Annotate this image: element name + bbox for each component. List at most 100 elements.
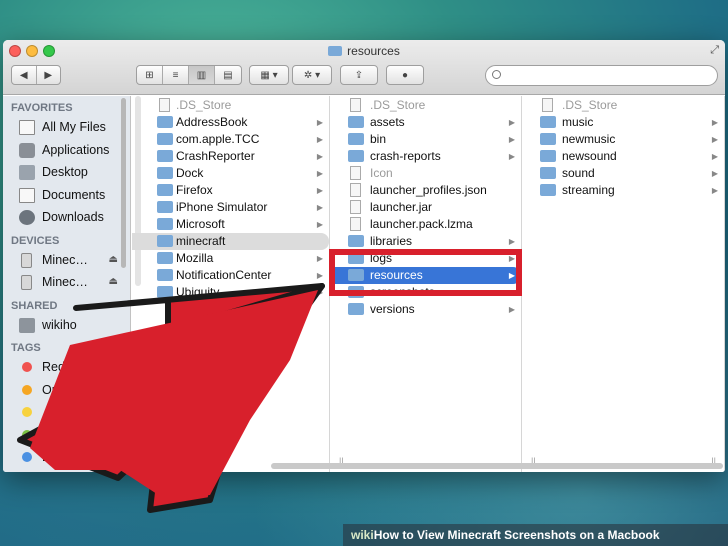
folder-icon	[540, 133, 556, 145]
disclosure-arrow-icon: ▶	[316, 271, 323, 280]
list-item[interactable]: Ubiquity ▶	[132, 284, 329, 301]
sidebar-item-downloads[interactable]: Downloads	[3, 206, 130, 229]
eject-icon[interactable]: ⏏	[109, 271, 118, 294]
share-button[interactable]: ⇪	[340, 65, 378, 85]
folder-icon	[157, 252, 173, 264]
sidebar: FAVORITES All My Files Applications Desk…	[3, 96, 131, 472]
list-item[interactable]: newmusic ▶	[523, 131, 724, 148]
disclosure-arrow-icon: ▶	[316, 288, 323, 297]
list-item[interactable]: com.apple.TCC ▶	[132, 131, 329, 148]
list-item[interactable]: launcher.pack.lzma	[331, 216, 521, 233]
search-input[interactable]	[485, 65, 718, 86]
horizontal-scrollbar[interactable]	[271, 463, 723, 469]
list-item[interactable]: music ▶	[523, 114, 724, 131]
list-item[interactable]: NotificationCenter ▶	[132, 267, 329, 284]
sidebar-item-applications[interactable]: Applications	[3, 139, 130, 162]
item-label: Icon	[370, 166, 393, 180]
disclosure-arrow-icon: ▶	[711, 118, 718, 127]
tag-button[interactable]: ●	[386, 65, 424, 85]
drive-icon	[21, 275, 32, 290]
list-item-selected[interactable]: minecraft	[132, 233, 329, 250]
list-item[interactable]: Dock ▶	[132, 165, 329, 182]
list-item[interactable]: AddressBook ▶	[132, 114, 329, 131]
back-button[interactable]: ◀	[12, 66, 37, 84]
list-item[interactable]: launcher.jar	[331, 199, 521, 216]
sidebar-item-documents[interactable]: Documents	[3, 184, 130, 207]
sidebar-tag-blue[interactable]: Blue	[3, 446, 130, 469]
list-item[interactable]: Firefox ▶	[132, 182, 329, 199]
list-view-button[interactable]: ≡	[163, 66, 189, 84]
icon-view-button[interactable]: ⊞	[137, 66, 163, 84]
sidebar-item-device-1[interactable]: Minec… ⏏	[3, 249, 130, 272]
folder-icon	[157, 235, 173, 247]
folder-icon	[157, 184, 173, 196]
sidebar-item-label: Red	[42, 360, 65, 374]
item-label: .DS_Store	[176, 98, 232, 112]
eject-icon[interactable]: ⏏	[109, 249, 118, 272]
favorites-heading: FAVORITES	[11, 102, 73, 114]
sidebar-item-label: Or	[42, 382, 56, 397]
list-item[interactable]: .DS_Store	[132, 97, 329, 114]
sidebar-tag-red[interactable]: Red	[3, 356, 130, 379]
list-item[interactable]: assets ▶	[331, 114, 521, 131]
tag-icon: ●	[401, 69, 409, 81]
disclosure-arrow-icon: ▶	[316, 220, 323, 229]
list-item[interactable]: CrashReporter ▶	[132, 148, 329, 165]
list-item[interactable]: streaming ▶	[523, 182, 724, 199]
list-item[interactable]: libraries ▶	[331, 233, 521, 250]
item-label: CrashReporter	[176, 149, 255, 163]
window-title: resources	[3, 44, 725, 58]
forward-button[interactable]: ▶	[37, 66, 61, 84]
item-label: newmusic	[562, 132, 616, 146]
list-item[interactable]: iPhone Simulator ▶	[132, 199, 329, 216]
sidebar-item-shared[interactable]: wikiho	[3, 314, 130, 337]
sidebar-tag-green[interactable]	[3, 424, 130, 447]
list-item[interactable]: sound ▶	[523, 165, 724, 182]
list-item[interactable]: Icon	[331, 165, 521, 182]
all-files-icon	[19, 120, 35, 135]
file-icon	[350, 217, 361, 231]
sidebar-item-all-my-files[interactable]: All My Files	[3, 116, 130, 139]
item-label: Dock	[176, 166, 204, 180]
list-item[interactable]: Mozilla ▶	[132, 250, 329, 267]
item-label: music	[562, 115, 594, 129]
sidebar-item-label: wikiho	[42, 317, 77, 332]
sidebar-item-label: All My Files	[42, 120, 106, 134]
nav-buttons: ◀ ▶	[11, 65, 61, 85]
tag-blue-icon	[22, 452, 32, 462]
sidebar-item-label: Blue	[42, 450, 68, 464]
sidebar-item-desktop[interactable]: Desktop	[3, 161, 130, 184]
column-resize-handle[interactable]: ||	[140, 456, 145, 466]
disclosure-arrow-icon: ▶	[508, 237, 515, 246]
folder-icon	[157, 269, 173, 281]
fullscreen-icon[interactable]: ⤢	[710, 44, 719, 57]
sidebar-tag-orange[interactable]: Or	[3, 379, 130, 402]
sidebar-item-device-2[interactable]: Minec… ⏏	[3, 271, 130, 294]
share-icon: ⇪	[354, 69, 364, 81]
list-item[interactable]: Microsoft ▶	[132, 216, 329, 233]
arrange-icon: ▦ ▾	[260, 69, 278, 81]
list-item[interactable]: newsound ▶	[523, 148, 724, 165]
cover-flow-button[interactable]: ▤	[215, 66, 241, 84]
disclosure-arrow-icon: ▶	[711, 186, 718, 195]
list-item[interactable]: crash-reports ▶	[331, 148, 521, 165]
sidebar-tag-yellow[interactable]	[3, 401, 130, 424]
list-item[interactable]: launcher_profiles.json	[331, 182, 521, 199]
arrange-button[interactable]: ▦ ▾	[249, 65, 289, 85]
item-label: minecraft	[176, 234, 226, 248]
sidebar-item-label: Documents	[42, 187, 106, 202]
tags-heading: TAGS	[11, 342, 41, 354]
caption-brand: wiki	[351, 528, 374, 542]
applications-icon	[19, 142, 35, 158]
list-item[interactable]: versions ▶	[331, 301, 521, 318]
action-button[interactable]: ✲ ▾	[292, 65, 332, 85]
list-item[interactable]: .DS_Store	[523, 97, 724, 114]
list-item[interactable]: bin ▶	[331, 131, 521, 148]
toolbar: ◀ ▶ ⊞ ≡ ▥ ▤ ▦ ▾ ✲ ▾ ⇪ ●	[3, 63, 725, 91]
list-item[interactable]: .DS_Store	[331, 97, 521, 114]
disclosure-arrow-icon: ▶	[316, 169, 323, 178]
item-label: newsound	[562, 149, 617, 163]
item-label: streaming	[562, 183, 615, 197]
folder-icon	[348, 235, 364, 247]
column-view-button[interactable]: ▥	[189, 66, 215, 84]
